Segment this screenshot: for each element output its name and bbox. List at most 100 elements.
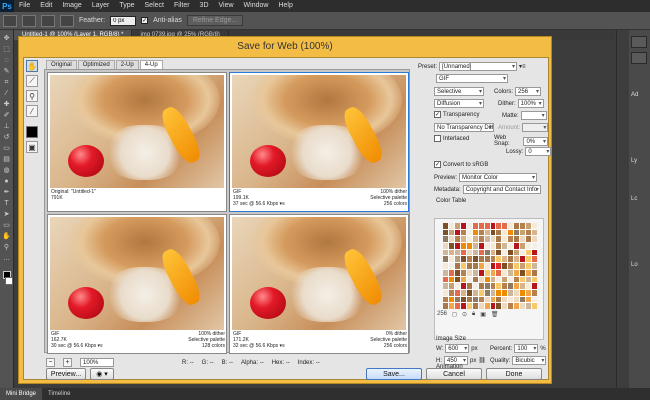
quality-select[interactable]: Bicubic <box>512 356 547 365</box>
lock-label: Lo <box>631 262 638 268</box>
brush-tool-icon[interactable]: ✐ <box>2 111 12 120</box>
menu-edit[interactable]: Edit <box>35 0 57 12</box>
antialias-checkbox[interactable]: ✓ <box>141 17 149 24</box>
healing-tool-icon[interactable]: ✚ <box>2 100 12 109</box>
tab-optimized[interactable]: Optimized <box>77 60 115 69</box>
readout-index: Index: -- <box>297 359 320 366</box>
stamp-tool-icon[interactable]: ⊥ <box>2 122 12 131</box>
tab-2-up[interactable]: 2-Up <box>115 60 139 69</box>
menu-3d[interactable]: 3D <box>195 0 214 12</box>
panel-toggle-button[interactable] <box>631 52 647 64</box>
toggle-slices-icon[interactable]: ▣ <box>26 141 38 153</box>
adjustments-panel-label[interactable]: Ad <box>631 92 638 98</box>
history-brush-icon[interactable]: ↺ <box>2 133 12 142</box>
readout-alpha: Alpha: -- <box>241 359 264 366</box>
menu-type[interactable]: Type <box>114 0 139 12</box>
layers-panel-label[interactable]: Ly <box>631 158 637 164</box>
eyedropper-color-swatch[interactable] <box>26 126 38 138</box>
crop-tool-icon[interactable]: ⌗ <box>2 78 12 87</box>
tab-mini-bridge[interactable]: Mini Bridge <box>0 388 43 400</box>
right-panel-dock: Ad Ly Lc Lo <box>616 30 650 388</box>
refine-edge-button[interactable]: Refine Edge... <box>186 15 244 26</box>
more-tools-icon[interactable]: … <box>2 254 12 263</box>
preview-browser-button[interactable]: Preview... <box>46 368 86 380</box>
browser-select-button[interactable]: ◉ ▾ <box>90 368 114 380</box>
preview-pane-optimized-1[interactable]: GIF 199.1K 37 sec @ 56.6 Kbps ▾≡ 100% di… <box>229 72 409 212</box>
done-button[interactable]: Done <box>486 368 542 380</box>
eraser-tool-icon[interactable]: ▭ <box>2 144 12 153</box>
menu-layer[interactable]: Layer <box>87 0 115 12</box>
slice-select-icon[interactable]: ⟋ <box>26 75 38 87</box>
lasso-preset-icon[interactable] <box>3 14 17 27</box>
zoom-out-button[interactable]: − <box>46 358 55 367</box>
preview-pane-original[interactable]: Original: "Untitled-1" 791K <box>47 72 227 212</box>
feather-label: Feather: <box>79 17 106 24</box>
percent-label: Percent: <box>490 345 513 352</box>
add-selection-icon[interactable] <box>41 14 55 27</box>
preview-pane-optimized-2[interactable]: GIF 162.7K 30 sec @ 56.6 Kbps ▾≡ 100% di… <box>47 214 227 354</box>
view-tabs: Original Optimized 2-Up 4-Up <box>46 60 164 69</box>
link-icon[interactable]: ⛓ <box>478 357 486 364</box>
tab-original[interactable]: Original <box>46 60 77 69</box>
bottom-panel-tabs: Mini Bridge Timeline <box>0 388 650 400</box>
feather-input[interactable] <box>110 15 137 26</box>
tab-4-up[interactable]: 4-Up <box>139 60 163 69</box>
menu-bar: Ps File Edit Image Layer Type Select Fil… <box>0 0 650 12</box>
zoom-in-button[interactable]: + <box>63 358 72 367</box>
shape-tool-icon[interactable]: ▭ <box>2 221 12 230</box>
menu-window[interactable]: Window <box>239 0 274 12</box>
type-tool-icon[interactable]: T <box>2 199 12 208</box>
percent-input[interactable]: 100 <box>514 344 539 353</box>
preview-pane-optimized-3[interactable]: GIF 171.2K 32 sec @ 56.6 Kbps ▾≡ 0% dith… <box>229 214 409 354</box>
cancel-button[interactable]: Cancel <box>426 368 482 380</box>
zoom-tool-icon[interactable]: ⚲ <box>2 243 12 252</box>
blur-tool-icon[interactable]: ◍ <box>2 166 12 175</box>
subtract-selection-icon[interactable] <box>60 14 74 27</box>
marquee-tool-icon[interactable]: ⬚ <box>2 45 12 54</box>
hand-tool-icon[interactable]: ✋ <box>26 60 38 72</box>
quick-select-tool-icon[interactable]: ✎ <box>2 67 12 76</box>
width-label: W: <box>436 345 444 352</box>
save-button[interactable]: Save... <box>366 368 422 380</box>
gradient-tool-icon[interactable]: ▤ <box>2 155 12 164</box>
zoom-tool-icon[interactable]: ⚲ <box>26 90 38 102</box>
preview-image <box>50 75 224 188</box>
zoom-level-select[interactable]: 100% <box>80 358 114 367</box>
percent-sign: % <box>540 345 546 352</box>
image-size-panel: Image Size <box>414 58 548 358</box>
path-select-icon[interactable]: ➤ <box>2 210 12 219</box>
dialog-body: ✋ ⟋ ⚲ ⁄ ▣ Original Optimized 2-Up 4-Up O… <box>23 57 552 380</box>
width-input[interactable]: 600 <box>445 344 470 353</box>
readout-b: B: -- <box>221 359 234 366</box>
quality-row: Quality: Bicubic <box>490 356 547 365</box>
app-logo: Ps <box>0 0 14 12</box>
readout-g: G: -- <box>201 359 214 366</box>
menu-select[interactable]: Select <box>140 0 169 12</box>
dodge-tool-icon[interactable]: ● <box>2 177 12 186</box>
pen-tool-icon[interactable]: ✒ <box>2 188 12 197</box>
eyedropper-tool-icon[interactable]: ⁄ <box>26 105 38 117</box>
save-for-web-dialog: Save for Web (100%) ✋ ⟋ ⚲ ⁄ ▣ Original O… <box>18 36 552 384</box>
menu-file[interactable]: File <box>14 0 35 12</box>
move-tool-icon[interactable]: ✥ <box>2 34 12 43</box>
photoshop-window: Ps File Edit Image Layer Type Select Fil… <box>0 0 650 400</box>
lock-label: Lc <box>631 196 638 202</box>
menu-image[interactable]: Image <box>57 0 86 12</box>
background-color-swatch[interactable] <box>5 277 13 285</box>
width-row: W: 600 px <box>436 344 478 353</box>
readout-r: R: -- <box>182 359 194 366</box>
menu-view[interactable]: View <box>214 0 239 12</box>
panel-toggle-button[interactable] <box>631 36 647 48</box>
tab-timeline[interactable]: Timeline <box>42 388 76 400</box>
menu-help[interactable]: Help <box>273 0 297 12</box>
height-label: H: <box>436 357 442 364</box>
dialog-title: Save for Web (100%) <box>237 41 333 52</box>
menu-filter[interactable]: Filter <box>169 0 195 12</box>
tools-panel: ✥ ⬚ ◌ ✎ ⌗ ⁄ ✚ ✐ ⊥ ↺ ▭ ▤ ◍ ● ✒ T ➤ ▭ ✋ ⚲ … <box>0 30 14 388</box>
antialias-label: Anti-alias <box>153 17 182 24</box>
lasso-tool-icon[interactable]: ◌ <box>2 56 12 65</box>
image-size-label: Image Size <box>436 336 467 342</box>
hand-tool-icon[interactable]: ✋ <box>2 232 12 241</box>
new-selection-icon[interactable] <box>22 14 36 27</box>
eyedropper-tool-icon[interactable]: ⁄ <box>2 89 12 98</box>
